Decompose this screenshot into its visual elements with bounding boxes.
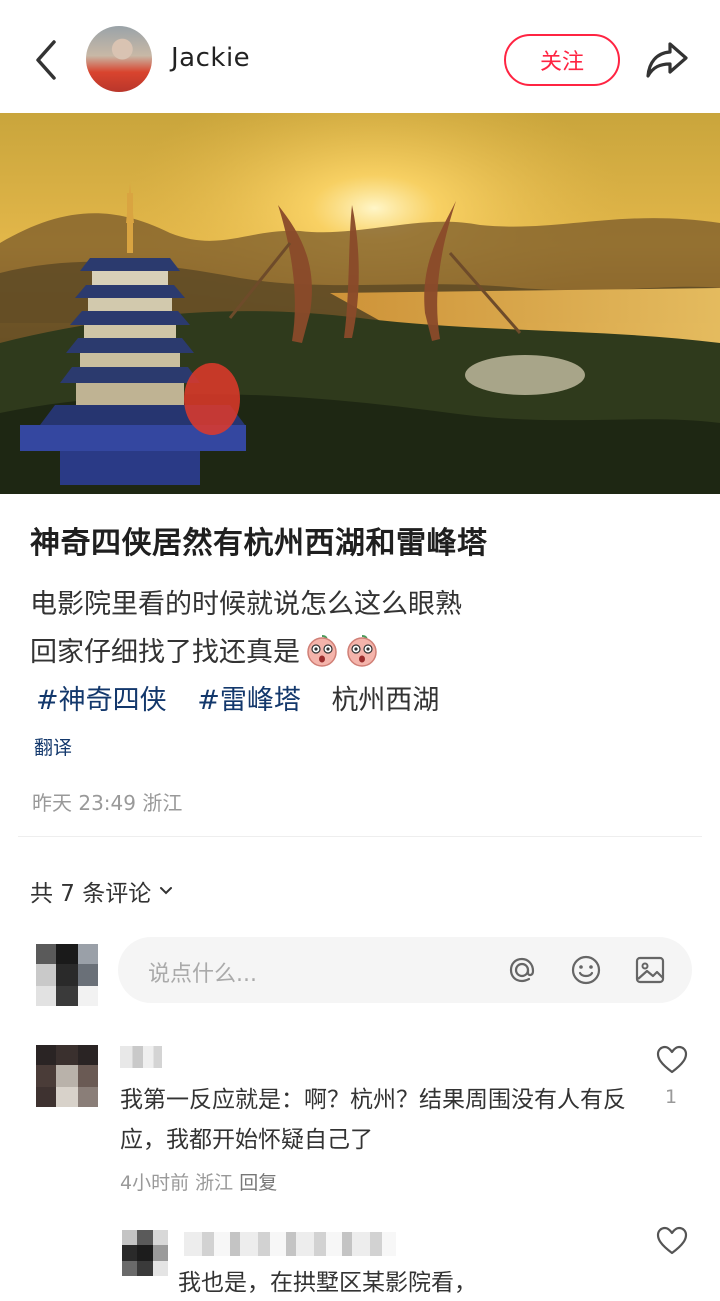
heart-like-icon[interactable] bbox=[655, 1044, 689, 1076]
author-name[interactable]: Jackie bbox=[171, 43, 250, 73]
post-tags: #神奇四侠 #雷峰塔 杭州西湖 bbox=[36, 678, 439, 717]
current-user-avatar bbox=[36, 944, 98, 1006]
comment-count-label: 共 7 条评论 bbox=[30, 881, 152, 907]
hashtag-link[interactable]: #神奇四侠 bbox=[36, 685, 167, 716]
post-body-line-1: 电影院里看的时候就说怎么这么眼熟 bbox=[30, 589, 462, 620]
surprised-face-emoji-icon bbox=[347, 634, 377, 667]
pixelated-avatar-image bbox=[36, 1045, 98, 1107]
image-icon[interactable] bbox=[632, 952, 668, 988]
at-icon[interactable] bbox=[504, 952, 540, 988]
pixelated-avatar-image bbox=[122, 1230, 168, 1276]
emoji-icon[interactable] bbox=[568, 952, 604, 988]
comment-count-toggle[interactable]: 共 7 条评论 bbox=[30, 874, 175, 908]
divider bbox=[18, 836, 702, 837]
author-avatar[interactable] bbox=[86, 26, 152, 92]
surprised-face-emoji-icon bbox=[307, 634, 337, 667]
replier-name-redacted[interactable] bbox=[184, 1232, 396, 1256]
translate-link[interactable]: 翻译 bbox=[34, 733, 72, 760]
back-chevron-icon[interactable] bbox=[26, 34, 66, 86]
top-bar: Jackie 关注 bbox=[0, 0, 720, 113]
west-lake-leifeng-pagoda-photo bbox=[0, 113, 720, 494]
post-body-line-2: 回家仔细找了找还真是 bbox=[30, 630, 380, 669]
comment-time-location: 4小时前 浙江 bbox=[120, 1172, 234, 1194]
hashtag-link[interactable]: #雷峰塔 bbox=[197, 685, 301, 716]
like-count: 1 bbox=[665, 1086, 678, 1108]
reply-button[interactable]: 回复 bbox=[239, 1172, 277, 1194]
post-time-location: 昨天 23:49 浙江 bbox=[32, 791, 183, 815]
reply-text: 我也是，在拱墅区某影院看， bbox=[178, 1270, 477, 1296]
share-arrow-icon[interactable] bbox=[642, 36, 692, 84]
commenter-name-redacted[interactable] bbox=[120, 1046, 162, 1068]
chevron-down-icon bbox=[160, 887, 173, 895]
heart-like-icon[interactable] bbox=[655, 1225, 689, 1257]
post-image[interactable] bbox=[0, 113, 720, 494]
comment-input-placeholder: 说点什么... bbox=[148, 962, 257, 987]
commenter-avatar[interactable] bbox=[36, 1045, 98, 1107]
location-tag-text: 杭州西湖 bbox=[331, 685, 440, 716]
post-body-line-2-text: 回家仔细找了找还真是 bbox=[30, 637, 300, 668]
post-title: 神奇四侠居然有杭州西湖和雷峰塔 bbox=[30, 526, 488, 561]
comment-input[interactable]: 说点什么... bbox=[118, 937, 692, 1003]
follow-button[interactable]: 关注 bbox=[504, 34, 620, 86]
comment-meta: 4小时前 浙江 回复 bbox=[120, 1168, 277, 1195]
comment-text: 我第一反应就是：啊？杭州？结果周围没有人有反应，我都开始怀疑自己了 bbox=[120, 1087, 626, 1153]
replier-avatar[interactable] bbox=[122, 1230, 168, 1276]
